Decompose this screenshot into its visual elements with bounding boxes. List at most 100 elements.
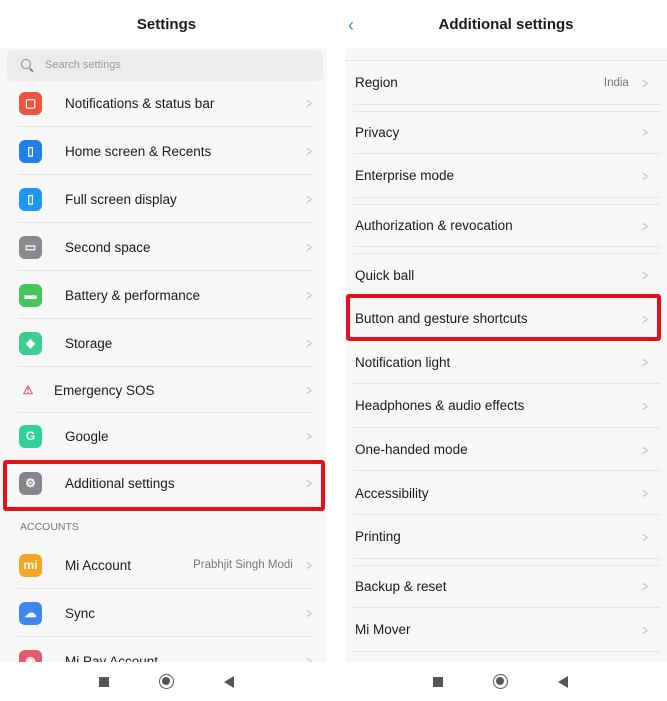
item-label: Notification light: [355, 354, 451, 370]
highlight-box: [346, 294, 661, 341]
chevron-right-icon: >: [306, 143, 312, 159]
chevron-right-icon: >: [642, 485, 648, 502]
search-input[interactable]: Search settings: [7, 50, 323, 81]
chevron-right-icon: >: [642, 528, 648, 545]
recents-button[interactable]: [99, 676, 109, 687]
nav-bar: [334, 662, 667, 701]
home-screen-icon: ▯: [19, 139, 42, 163]
chevron-right-icon: >: [642, 217, 648, 234]
item-label: Google: [65, 428, 109, 444]
chevron-right-icon: >: [642, 441, 648, 458]
notification-icon: ▢: [19, 91, 42, 115]
list-item[interactable]: Quick ball >: [345, 253, 667, 297]
item-label: Emergency SOS: [54, 382, 155, 398]
chevron-right-icon: >: [642, 354, 648, 371]
list-item[interactable]: Notification light >: [345, 341, 667, 385]
item-value: India: [603, 76, 629, 89]
google-icon: G: [19, 424, 42, 448]
chevron-right-icon: >: [306, 335, 312, 351]
chevron-right-icon: >: [306, 428, 312, 444]
item-label: Privacy: [355, 124, 400, 140]
home-button[interactable]: [159, 674, 174, 689]
storage-icon: ◆: [19, 331, 42, 355]
chevron-right-icon: >: [306, 382, 312, 398]
list-item[interactable]: ▢ Notifications & status bar >: [0, 79, 327, 127]
list-item[interactable]: Backup & reset >: [345, 564, 667, 609]
chevron-right-icon: >: [642, 267, 648, 284]
list-item[interactable]: ◆ Storage >: [0, 319, 327, 367]
list-item[interactable]: ☁ Sync >: [0, 589, 327, 637]
list-item[interactable]: One-handed mode >: [345, 428, 667, 472]
list-item[interactable]: Mi Mover >: [345, 608, 667, 652]
additional-settings-panel: ‹ Additional settings Region India > Privacy…: [345, 0, 667, 662]
page-title: Settings: [0, 0, 333, 48]
cloud-icon: ☁: [19, 601, 42, 625]
item-label: Second space: [65, 239, 151, 255]
list-item[interactable]: ▯ Full screen display >: [0, 175, 327, 223]
battery-icon: ▬: [19, 283, 42, 307]
item-label: Printing: [355, 529, 401, 545]
recents-button[interactable]: [433, 676, 443, 687]
home-button[interactable]: [493, 674, 508, 689]
list-item[interactable]: Headphones & audio effects >: [345, 384, 667, 428]
list-item[interactable]: Accessibility >: [345, 471, 667, 515]
nav-bar: [0, 662, 333, 701]
chevron-right-icon: >: [642, 124, 648, 141]
item-label: Mi Mover: [355, 622, 411, 638]
item-label: Headphones & audio effects: [355, 398, 525, 414]
list-item[interactable]: Privacy >: [345, 110, 667, 155]
list-item[interactable]: mi Mi Account Prabhjit Singh Modi >: [0, 541, 327, 589]
chevron-right-icon: >: [642, 578, 648, 595]
item-label: Battery & performance: [65, 287, 201, 303]
full-screen-icon: ▯: [19, 187, 42, 211]
item-label: Quick ball: [355, 267, 415, 283]
chevron-right-icon: >: [306, 653, 312, 662]
list-item[interactable]: Region India >: [345, 61, 667, 105]
item-label: Region: [355, 75, 398, 91]
back-icon[interactable]: ‹: [348, 0, 354, 50]
chevron-right-icon: >: [306, 287, 312, 303]
list-item[interactable]: ▬ Battery & performance >: [0, 271, 327, 319]
chevron-right-icon: >: [306, 557, 312, 573]
item-label: Storage: [65, 335, 113, 351]
chevron-right-icon: >: [306, 95, 312, 111]
list-item[interactable]: Authorization & revocation >: [345, 203, 667, 248]
chevron-right-icon: >: [642, 621, 648, 638]
item-label: One-handed mode: [355, 442, 468, 458]
back-button[interactable]: [558, 675, 568, 688]
section-header: ACCOUNTS: [20, 521, 79, 533]
chevron-right-icon: >: [306, 239, 312, 255]
item-value: Prabhjit Singh Modi: [193, 559, 293, 571]
chevron-right-icon: >: [642, 74, 648, 91]
item-label: Full screen display: [65, 191, 177, 207]
item-label: Accessibility: [355, 485, 429, 501]
list-item[interactable]: ⚠ Emergency SOS >: [0, 367, 327, 413]
second-space-icon: ▭: [19, 235, 42, 259]
item-label: Home screen & Recents: [65, 143, 212, 159]
item-label: Mi Account: [65, 557, 132, 573]
chevron-right-icon: >: [642, 397, 648, 414]
page-title: Additional settings: [438, 16, 574, 33]
list-item[interactable]: ▭ Second space >: [0, 223, 327, 271]
search-icon: [21, 59, 31, 69]
list-item[interactable]: Enterprise mode >: [345, 154, 667, 198]
chevron-right-icon: >: [642, 167, 648, 184]
list-item[interactable]: Printing >: [345, 515, 667, 559]
item-label: Enterprise mode: [355, 168, 455, 184]
chevron-right-icon: >: [306, 191, 312, 207]
list-item[interactable]: ◉ Mi Pay Account >: [0, 637, 327, 662]
back-button[interactable]: [224, 675, 234, 688]
mi-account-icon: mi: [19, 553, 42, 577]
item-label: Sync: [65, 605, 96, 621]
list-item[interactable]: ▯ Home screen & Recents >: [0, 127, 327, 175]
search-placeholder: Search settings: [45, 59, 121, 71]
item-label: Mi Pay Account: [65, 653, 159, 663]
item-label: Authorization & revocation: [355, 218, 513, 234]
list-item[interactable]: G Google >: [0, 413, 327, 459]
item-label: Backup & reset: [355, 578, 447, 594]
sos-icon: ⚠: [22, 383, 34, 397]
mi-pay-icon: ◉: [19, 649, 42, 662]
highlight-box: [3, 460, 325, 511]
settings-panel: Settings Search settings ▢ Notifications …: [0, 0, 333, 662]
chevron-right-icon: >: [306, 605, 312, 621]
